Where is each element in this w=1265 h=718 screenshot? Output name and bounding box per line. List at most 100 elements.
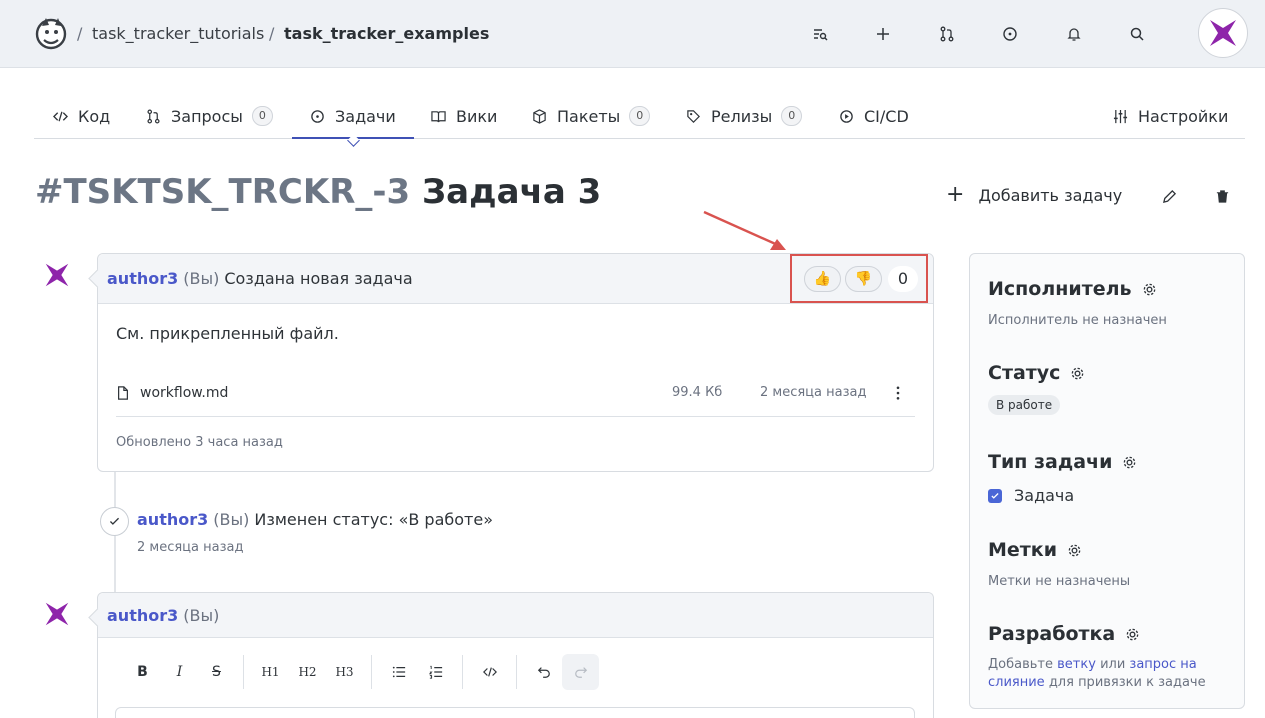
add-branch-link[interactable]: ветку (1057, 657, 1096, 672)
dev-text: Добавьте (988, 657, 1053, 672)
issue-sidebar: Исполнитель Исполнитель не назначен Стат… (969, 253, 1245, 709)
issue-icon (311, 109, 324, 123)
redo-icon[interactable] (562, 654, 599, 690)
code-icon[interactable] (471, 654, 508, 690)
annotation-arrow (703, 210, 786, 250)
breadcrumb-group[interactable]: task_tracker_tutorials (92, 24, 264, 43)
undo-icon[interactable] (525, 654, 562, 690)
comment-body: См. прикрепленный файл. workflow.md 99.4… (98, 304, 933, 464)
edit-icon[interactable] (1159, 186, 1179, 206)
tab-wiki[interactable]: Вики (431, 94, 497, 138)
user-avatar[interactable] (1198, 8, 1248, 58)
comment-editor[interactable] (115, 707, 915, 718)
thumbs-down-button[interactable]: 👎 (845, 265, 882, 292)
you-label: (Вы) (213, 510, 250, 529)
type-title: Тип задачи (988, 451, 1137, 473)
trash-icon[interactable] (1212, 186, 1232, 206)
you-label: (Вы) (183, 605, 220, 625)
tab-label: Пакеты (557, 106, 621, 126)
labels-section: Метки Метки не назначены (988, 539, 1130, 589)
tab-issues[interactable]: Задачи (292, 94, 414, 139)
gear-icon[interactable] (1142, 282, 1157, 297)
comment-header: author3 (Вы) (98, 593, 933, 638)
section-title: Разработка (988, 623, 1116, 645)
file-icon (118, 385, 128, 400)
top-bar: / task_tracker_tutorials / task_tracker_… (0, 0, 1265, 68)
search-list-icon[interactable] (808, 22, 832, 46)
sliders-icon (1113, 109, 1128, 123)
tab-label: Настройки (1138, 106, 1229, 126)
issue-icon[interactable] (998, 22, 1022, 46)
plus-icon: + (946, 182, 965, 207)
event-message: Изменен статус: «В работе» (254, 510, 493, 529)
task-type-value: Задача (1014, 486, 1075, 505)
comment-text: См. прикрепленный файл. (116, 324, 339, 343)
section-title: Тип задачи (988, 451, 1113, 473)
check-icon (100, 507, 129, 536)
issue-id: #TSKTSK_TRCKR_-3 (35, 172, 411, 212)
heading3-button[interactable]: H3 (326, 654, 363, 690)
numbered-list-icon[interactable] (417, 654, 454, 690)
plus-icon[interactable] (871, 22, 895, 46)
labels-title: Метки (988, 539, 1130, 561)
more-vertical-icon[interactable] (890, 383, 906, 403)
comment-author[interactable]: author3 (107, 269, 178, 288)
type-section: Тип задачи Задача (988, 451, 1137, 505)
tab-cicd[interactable]: CI/CD (839, 94, 909, 138)
section-title: Исполнитель (988, 278, 1132, 300)
add-task-button[interactable]: + Добавить задачу (946, 184, 1122, 206)
attachment-row[interactable]: workflow.md 99.4 Кб 2 месяца назад (116, 369, 915, 417)
tab-packages[interactable]: Пакеты 0 (532, 94, 651, 138)
attachment-date: 2 месяца назад (760, 385, 867, 400)
gear-icon[interactable] (1125, 627, 1140, 642)
assignee-section: Исполнитель Исполнитель не назначен (988, 278, 1167, 328)
bullet-list-icon[interactable] (380, 654, 417, 690)
tab-label: CI/CD (864, 106, 909, 126)
comment-avatar[interactable] (42, 260, 72, 290)
breadcrumb-project[interactable]: task_tracker_examples (284, 24, 489, 43)
app-logo[interactable] (34, 16, 68, 50)
tab-count-badge: 0 (251, 106, 273, 126)
dev-text: для привязки к задаче (1048, 675, 1206, 690)
comment-avatar[interactable] (42, 599, 72, 629)
toolbar-divider (462, 655, 463, 689)
merge-request-icon[interactable] (935, 22, 959, 46)
tag-icon (687, 109, 700, 123)
development-title: Разработка (988, 623, 1228, 645)
bold-button[interactable]: B (124, 654, 161, 690)
italic-button[interactable]: I (161, 654, 198, 690)
toolbar-divider (243, 655, 244, 689)
gear-icon[interactable] (1122, 455, 1137, 470)
heading1-button[interactable]: H1 (252, 654, 289, 690)
merge-request-icon (147, 109, 160, 123)
bell-icon[interactable] (1062, 22, 1086, 46)
toolbar-divider (371, 655, 372, 689)
heading2-button[interactable]: H2 (289, 654, 326, 690)
thumbs-up-button[interactable]: 👍 (804, 265, 841, 292)
event-author[interactable]: author3 (137, 510, 208, 529)
status-badge: В работе (988, 395, 1061, 415)
section-title: Статус (988, 362, 1061, 384)
tab-label: Запросы (171, 106, 243, 126)
search-icon[interactable] (1125, 22, 1149, 46)
tab-label: Вики (456, 106, 498, 126)
issue-title: Задача 3 (422, 172, 602, 212)
status-section: Статус В работе (988, 362, 1085, 415)
gear-icon[interactable] (1067, 543, 1082, 558)
strikethrough-button[interactable]: S (198, 654, 235, 690)
attachment-name[interactable]: workflow.md (140, 385, 228, 401)
tab-label: Релизы (711, 106, 773, 126)
checkbox-checked-icon (988, 488, 1002, 503)
tab-label: Задачи (335, 106, 396, 126)
task-type-row: Задача (988, 486, 1137, 505)
assignee-title: Исполнитель (988, 278, 1167, 300)
tab-requests[interactable]: Запросы 0 (146, 94, 273, 138)
development-section: Разработка Добавьте ветку или запрос на … (988, 623, 1228, 692)
tab-code[interactable]: Код (53, 94, 110, 138)
tab-releases[interactable]: Релизы 0 (686, 94, 803, 138)
comment-author[interactable]: author3 (107, 606, 178, 625)
updated-time: Обновлено 3 часа назад (116, 435, 283, 450)
tab-settings[interactable]: Настройки (1113, 94, 1228, 138)
gear-icon[interactable] (1070, 366, 1085, 381)
comment-action: Создана новая задача (224, 269, 413, 288)
